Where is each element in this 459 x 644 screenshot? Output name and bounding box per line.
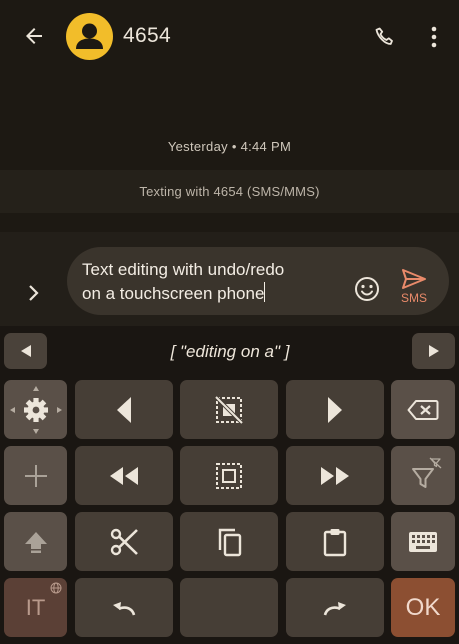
texting-info-text: Texting with 4654 (SMS/MMS) [139, 184, 320, 199]
ok-label: OK [405, 593, 441, 621]
send-button[interactable]: SMS [396, 268, 432, 310]
select-all-icon [216, 462, 242, 489]
triangle-left-icon [20, 345, 31, 357]
language-label: IT [25, 594, 46, 620]
triangle-right-icon [328, 396, 342, 423]
send-label: SMS [400, 291, 427, 305]
cursor-right-key[interactable] [286, 380, 384, 439]
message-text-line-2: on a touchscreen phone [82, 284, 265, 303]
contact-name: 4654 [123, 24, 171, 47]
keyboard-icon [409, 531, 437, 552]
expand-options-button[interactable] [20, 280, 46, 306]
shift-icon [24, 531, 47, 553]
fast-forward-icon [321, 466, 349, 485]
redo-icon [323, 601, 346, 615]
fast-rewind-icon [110, 466, 138, 485]
globe-icon [50, 582, 62, 594]
person-icon [76, 23, 103, 49]
triangle-right-icon [428, 345, 439, 357]
arrow-back-icon [26, 28, 42, 44]
message-text-line-1: Text editing with undo/redo [82, 260, 285, 279]
back-button[interactable] [18, 20, 50, 52]
gear-icon [9, 385, 62, 434]
cursor-left-key[interactable] [75, 380, 173, 439]
settings-key[interactable] [4, 380, 67, 439]
chevron-right-icon [29, 285, 39, 301]
message-timestamp: Yesterday • 4:44 PM [167, 139, 292, 154]
text-cursor [264, 282, 266, 302]
message-text[interactable]: Text editing with undo/redo on a touchsc… [82, 258, 342, 306]
more-vert-icon [431, 26, 437, 48]
plus-icon [24, 464, 47, 487]
filter-off-icon [412, 457, 442, 488]
language-key[interactable]: IT [4, 578, 67, 637]
send-icon [402, 269, 426, 289]
redo-key[interactable] [286, 578, 384, 637]
app-bar: 4654 [0, 0, 459, 72]
keyboard-switch-key[interactable] [391, 512, 455, 571]
suggestion-prev-button[interactable] [4, 333, 47, 369]
triangle-left-icon [117, 396, 131, 423]
phone-icon [375, 27, 393, 45]
emoji-button[interactable] [353, 275, 381, 303]
word-left-key[interactable] [75, 446, 173, 505]
add-key[interactable] [4, 446, 67, 505]
undo-icon [113, 601, 136, 615]
backspace-icon [407, 399, 439, 420]
suggestion-next-button[interactable] [412, 333, 455, 369]
ok-key[interactable]: OK [391, 578, 455, 637]
backspace-key[interactable] [391, 380, 455, 439]
call-button[interactable] [370, 22, 400, 52]
emoji-icon [355, 277, 379, 301]
shift-key[interactable] [4, 512, 67, 571]
word-suggestion[interactable]: [ "editing on a" ] [55, 342, 405, 362]
select-off-icon [214, 395, 244, 424]
select-all-key[interactable] [180, 446, 278, 505]
cut-key[interactable] [75, 512, 173, 571]
clipboard-icon [323, 528, 347, 556]
deselect-key[interactable] [180, 380, 278, 439]
more-options-button[interactable] [420, 22, 448, 52]
avatar[interactable] [66, 13, 113, 60]
paste-key[interactable] [286, 512, 384, 571]
word-right-key[interactable] [286, 446, 384, 505]
texting-info-banner: Texting with 4654 (SMS/MMS) [0, 170, 459, 213]
space-key[interactable] [180, 578, 278, 637]
undo-key[interactable] [75, 578, 173, 637]
filter-key[interactable] [391, 446, 455, 505]
scissors-icon [110, 528, 138, 555]
copy-icon [218, 528, 242, 556]
copy-key[interactable] [180, 512, 278, 571]
